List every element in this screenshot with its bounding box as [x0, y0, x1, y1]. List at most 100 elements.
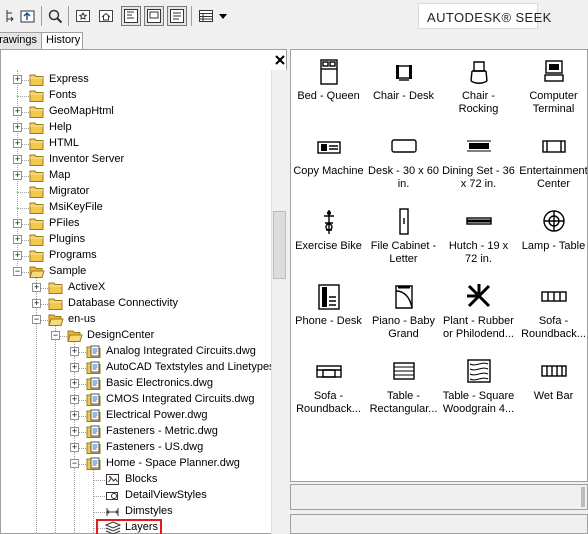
description-toggle-button[interactable] [167, 6, 187, 26]
block-item[interactable]: Table - Square Woodgrain 4... [441, 354, 516, 428]
block-item[interactable]: Lamp - Table [516, 204, 587, 278]
tree-vertical-scrollbar[interactable] [271, 70, 287, 534]
block-item[interactable]: Desk - 30 x 60 in. [366, 129, 441, 203]
expand-icon[interactable]: + [32, 283, 41, 292]
detailview-icon [105, 489, 121, 503]
block-item[interactable]: Phone - Desk [291, 279, 366, 353]
favorites-button[interactable] [73, 6, 93, 26]
block-item[interactable]: Chair - Rocking [441, 54, 516, 128]
tree-item-label: Basic Electronics.dwg [106, 377, 213, 389]
tree-item-programs[interactable]: + Programs [1, 248, 271, 264]
autodesk-seek-button[interactable]: AUTODESK® SEEK [418, 3, 551, 29]
block-item[interactable]: Chair - Desk [366, 54, 441, 128]
block-item[interactable]: Table - Rectangular... [366, 354, 441, 428]
expand-icon[interactable]: + [13, 107, 22, 116]
expand-icon[interactable]: + [32, 299, 41, 308]
block-item[interactable]: Exercise Bike [291, 204, 366, 278]
views-button[interactable] [196, 6, 216, 26]
folder-open-icon [29, 265, 45, 279]
blocks-icon [105, 473, 121, 487]
tree-item-home-space-planner-dwg[interactable]: − Home - Space Planner.dwg [1, 456, 271, 472]
search-button[interactable] [45, 6, 65, 26]
tree-item-fonts[interactable]: Fonts [1, 88, 271, 104]
tab-open-drawings[interactable]: rawings [0, 32, 42, 49]
tree-item-fasteners-metric-dwg[interactable]: + Fasteners - Metric.dwg [1, 424, 271, 440]
block-item[interactable]: Copy Machine [291, 129, 366, 203]
tree-item-designcenter[interactable]: − DesignCenter [1, 328, 271, 344]
block-item[interactable]: Sofa - Roundback... [291, 354, 366, 428]
tree-item-dimstyles[interactable]: Dimstyles [1, 504, 271, 520]
views-dropdown-button[interactable] [216, 6, 230, 26]
tree-item-autocad-textstyles-and-linetypes[interactable]: + AutoCAD Textstyles and Linetypes. [1, 360, 271, 376]
block-item-label: Wet Bar [533, 390, 574, 402]
tree-scrollbar-thumb[interactable] [273, 211, 286, 279]
preview-pane [290, 484, 588, 510]
expand-icon[interactable]: + [70, 395, 79, 404]
close-tree-button[interactable] [274, 54, 286, 66]
load-button[interactable] [18, 6, 38, 26]
tree-view-toggle-button[interactable] [121, 6, 141, 26]
tab-strip: rawings History [0, 32, 290, 49]
folder-icon [29, 249, 45, 263]
block-item-label: Sofa - Roundback... [521, 315, 586, 340]
tree-item-fasteners-us-dwg[interactable]: + Fasteners - US.dwg [1, 440, 271, 456]
folder-tree-panel: + Express Fonts + GeoMapHtml + Help + HTML + Inven… [0, 49, 287, 534]
tree-item-sample[interactable]: − Sample [1, 264, 271, 280]
block-item[interactable]: Bed - Queen [291, 54, 366, 128]
block-item[interactable]: Wet Bar [516, 354, 587, 428]
expand-icon[interactable]: + [70, 443, 79, 452]
tree-item-electrical-power-dwg[interactable]: + Electrical Power.dwg [1, 408, 271, 424]
tree-item-plugins[interactable]: + Plugins [1, 232, 271, 248]
tree-item-html[interactable]: + HTML [1, 136, 271, 152]
collapse-icon[interactable]: − [51, 331, 60, 340]
folder-icon [48, 297, 64, 311]
block-item[interactable]: Computer Terminal [516, 54, 587, 128]
tree-item-analog-integrated-circuits-dwg[interactable]: + Analog Integrated Circuits.dwg [1, 344, 271, 360]
tree-item-label: Fasteners - US.dwg [106, 441, 204, 453]
expand-icon[interactable]: + [13, 75, 22, 84]
expand-icon[interactable]: + [70, 411, 79, 420]
expand-icon[interactable]: + [70, 427, 79, 436]
tree-item-pfiles[interactable]: + PFiles [1, 216, 271, 232]
tree-item-database-connectivity[interactable]: + Database Connectivity [1, 296, 271, 312]
collapse-icon[interactable]: − [32, 315, 41, 324]
tree-item-migrator[interactable]: Migrator [1, 184, 271, 200]
tree-item-map[interactable]: + Map [1, 168, 271, 184]
tree-item-msikeyfile[interactable]: MsiKeyFile [1, 200, 271, 216]
tree-item-geomaphtml[interactable]: + GeoMapHtml [1, 104, 271, 120]
preview-toggle-button[interactable] [144, 6, 164, 26]
block-item[interactable]: Plant - Rubber or Philodend... [441, 279, 516, 353]
tree-item-inventor-server[interactable]: + Inventor Server [1, 152, 271, 168]
tree-item-basic-electronics-dwg[interactable]: + Basic Electronics.dwg [1, 376, 271, 392]
block-item[interactable]: Hutch - 19 x 72 in. [441, 204, 516, 278]
preview-scrollbar[interactable] [581, 487, 585, 507]
folder-icon [29, 89, 45, 103]
folder-icon [29, 153, 45, 167]
expand-icon[interactable]: + [70, 379, 79, 388]
block-item[interactable]: Entertainment Center [516, 129, 587, 203]
block-item[interactable]: Piano - Baby Grand [366, 279, 441, 353]
tree-item-cmos-integrated-circuits-dwg[interactable]: + CMOS Integrated Circuits.dwg [1, 392, 271, 408]
home-button[interactable] [96, 6, 116, 26]
tree-item-detailviewstyles[interactable]: DetailViewStyles [1, 488, 271, 504]
tree-item-en-us[interactable]: − en-us [1, 312, 271, 328]
collapse-icon[interactable]: − [13, 267, 22, 276]
block-item[interactable]: File Cabinet - Letter [366, 204, 441, 278]
collapse-icon[interactable]: − [70, 459, 79, 468]
expand-icon[interactable]: + [13, 155, 22, 164]
expand-icon[interactable]: + [13, 123, 22, 132]
tree-item-express[interactable]: + Express [1, 72, 271, 88]
tree-item-help[interactable]: + Help [1, 120, 271, 136]
block-item[interactable]: Dining Set - 36 x 72 in. [441, 129, 516, 203]
expand-icon[interactable]: + [13, 235, 22, 244]
tree-item-activex[interactable]: + ActiveX [1, 280, 271, 296]
expand-icon[interactable]: + [13, 139, 22, 148]
expand-icon[interactable]: + [70, 363, 79, 372]
expand-icon[interactable]: + [70, 347, 79, 356]
tree-item-blocks[interactable]: Blocks [1, 472, 271, 488]
expand-icon[interactable]: + [13, 219, 22, 228]
block-item[interactable]: Sofa - Roundback... [516, 279, 587, 353]
expand-icon[interactable]: + [13, 251, 22, 260]
tab-history[interactable]: History [41, 32, 83, 49]
expand-icon[interactable]: + [13, 171, 22, 180]
